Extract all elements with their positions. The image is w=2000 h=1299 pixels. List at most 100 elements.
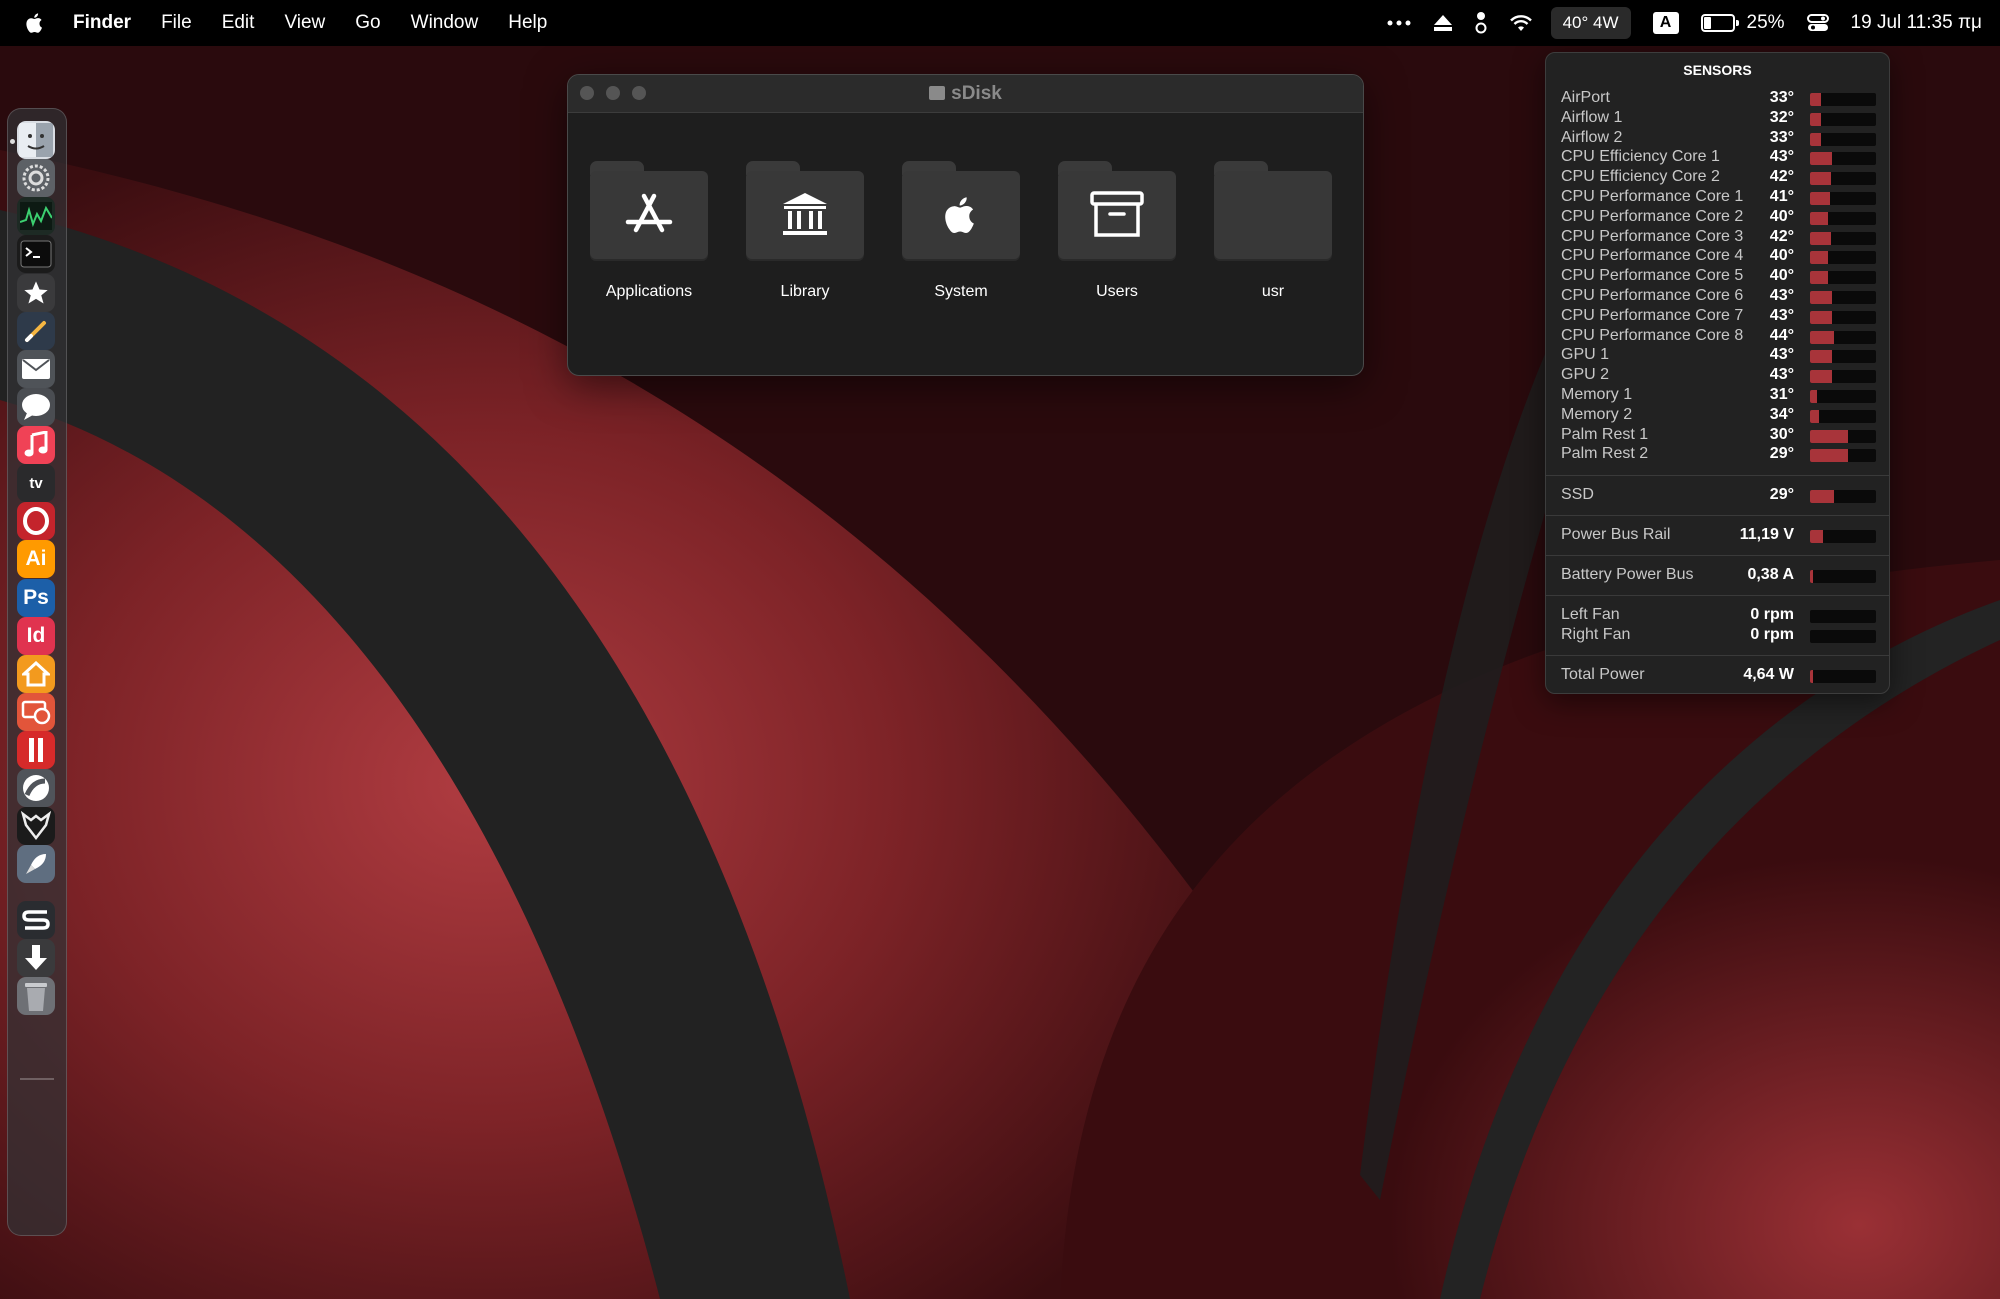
sensor-divider	[1546, 595, 1889, 596]
folder-label-system: System	[934, 283, 988, 300]
opera-icon	[22, 507, 50, 535]
dock-indesign[interactable]: Id	[17, 617, 55, 655]
sensor-value: 40°	[1769, 207, 1794, 225]
dock-screens[interactable]	[17, 693, 55, 731]
sensor-row-right-fan: Right Fan 0 rpm	[1561, 626, 1876, 646]
sensor-row-airflow-1: Airflow 1 32°	[1561, 109, 1876, 129]
sensor-name: CPU Performance Core 6	[1561, 287, 1744, 304]
input-source-indicator[interactable]: A	[1652, 12, 1679, 34]
activity-monitor-icon	[20, 202, 52, 230]
sensor-divider	[1546, 515, 1889, 516]
sensor-level-bar	[1810, 330, 1876, 344]
menu-clock[interactable]: 19 Jul 11:35 πμ	[1851, 12, 1982, 34]
control-center-icon[interactable]	[1806, 14, 1829, 32]
indesign-icon: Id	[26, 624, 46, 647]
dock-parallels[interactable]	[17, 731, 55, 769]
dock-illustrator[interactable]: Ai	[17, 540, 55, 578]
eject-icon[interactable]	[1433, 14, 1453, 32]
sensor-value: 32°	[1769, 108, 1794, 126]
sensor-value: 0,38 A	[1747, 566, 1794, 583]
house-icon	[22, 661, 50, 687]
sensor-level-bar	[1810, 350, 1876, 364]
battery-icon[interactable]	[1700, 14, 1739, 32]
wifi-icon[interactable]	[1509, 14, 1533, 32]
sensor-level-fill	[1810, 409, 1820, 423]
parallels-icon	[26, 736, 46, 764]
dock-messages[interactable]	[17, 388, 55, 426]
sensor-name: Palm Rest 1	[1561, 425, 1649, 443]
finder-window[interactable]: sDisk Applications Library System Users …	[567, 74, 1364, 376]
sensor-row-gpu-2: GPU 2 43°	[1561, 366, 1876, 386]
folder-usr[interactable]	[1214, 161, 1332, 261]
dock-photoshop[interactable]: Ps	[17, 579, 55, 617]
sensor-level-bar	[1810, 429, 1876, 443]
folder-library[interactable]	[746, 161, 864, 261]
apple-menu-icon[interactable]	[23, 11, 47, 35]
dock-apple-tv[interactable]: tv	[17, 464, 55, 502]
sensors-popover: SENSORS AirPort 33° Airflow 1 32° Airflow 2 3…	[1545, 52, 1890, 694]
folder-users[interactable]	[1058, 161, 1176, 261]
dock-terminal[interactable]	[17, 235, 55, 273]
dock-trash[interactable]	[17, 977, 55, 1015]
sensor-name: Palm Rest 2	[1561, 445, 1649, 463]
sensor-row-cpu-performance-core-3: CPU Performance Core 3 42°	[1561, 228, 1876, 248]
sensor-row-left-fan: Left Fan 0 rpm	[1561, 606, 1876, 626]
sensor-level-bar	[1810, 132, 1876, 146]
dock-music[interactable]	[17, 426, 55, 464]
sensor-row-cpu-performance-core-5: CPU Performance Core 5 40°	[1561, 267, 1876, 287]
sensor-level-fill	[1810, 192, 1830, 205]
envelope-icon	[21, 358, 51, 380]
menu-file[interactable]: File	[161, 12, 192, 34]
archive-box-icon	[1090, 191, 1144, 237]
folder-label-usr: usr	[1261, 283, 1285, 300]
window-titlebar[interactable]: sDisk	[568, 75, 1363, 113]
sensor-value: 43°	[1769, 148, 1794, 166]
sensor-name: CPU Performance Core 5	[1561, 267, 1744, 285]
sensor-divider	[1546, 655, 1889, 656]
sensor-level-fill	[1810, 93, 1821, 106]
sensor-level-fill	[1810, 251, 1829, 265]
sensor-value: 29°	[1769, 445, 1794, 463]
tv-icon: tv	[29, 474, 43, 492]
sensor-level-fill	[1810, 449, 1849, 463]
sensor-level-bar	[1810, 251, 1876, 265]
sensors-menu-readout[interactable]: 40° 4W	[1550, 7, 1631, 39]
sensor-value: 43°	[1769, 306, 1794, 324]
sensor-row-palm-rest-1: Palm Rest 1 30°	[1561, 426, 1876, 446]
menu-window[interactable]: Window	[411, 12, 479, 34]
menu-view[interactable]: View	[284, 12, 325, 34]
dock-launchpad[interactable]	[17, 845, 55, 883]
folder-applications[interactable]	[590, 161, 708, 261]
sensor-row-palm-rest-2: Palm Rest 2 29°	[1561, 445, 1876, 465]
sensor-name: AirPort	[1561, 89, 1610, 106]
dock-finder[interactable]	[17, 121, 55, 159]
dock-witcher[interactable]	[17, 807, 55, 845]
dock-activity-monitor[interactable]	[17, 197, 55, 235]
sensor-value: 41°	[1769, 188, 1794, 205]
sensor-value: 4,64 W	[1743, 666, 1794, 683]
dock-mail[interactable]	[17, 350, 55, 388]
dock-davinci[interactable]	[17, 769, 55, 807]
dock-pen-app[interactable]	[17, 312, 55, 350]
folder-system[interactable]	[902, 161, 1020, 261]
dock-home[interactable]	[17, 655, 55, 693]
menu-app-finder[interactable]: Finder	[73, 12, 131, 34]
menu-go[interactable]: Go	[355, 12, 380, 34]
wolf-icon	[21, 811, 51, 841]
menu-help[interactable]: Help	[508, 12, 547, 34]
dock-downloads[interactable]	[17, 939, 55, 977]
sensor-name: CPU Performance Core 2	[1561, 207, 1744, 225]
more-icon[interactable]	[1387, 20, 1411, 26]
sensor-level-fill	[1810, 350, 1833, 364]
menu-edit[interactable]: Edit	[222, 12, 255, 34]
dock-sketch-like[interactable]	[17, 901, 55, 939]
sensor-row-ssd: SSD 29°	[1561, 486, 1876, 506]
dock-opera[interactable]	[17, 502, 55, 540]
sensor-level-bar	[1810, 152, 1876, 166]
dock-system-settings[interactable]	[17, 159, 55, 197]
sensor-name: Battery Power Bus	[1561, 566, 1694, 583]
speech-bubble-icon	[21, 393, 51, 421]
sensor-name: CPU Efficiency Core 2	[1561, 168, 1720, 186]
dock-reeder[interactable]	[17, 274, 55, 312]
traffic-light-icon[interactable]	[1475, 11, 1487, 35]
